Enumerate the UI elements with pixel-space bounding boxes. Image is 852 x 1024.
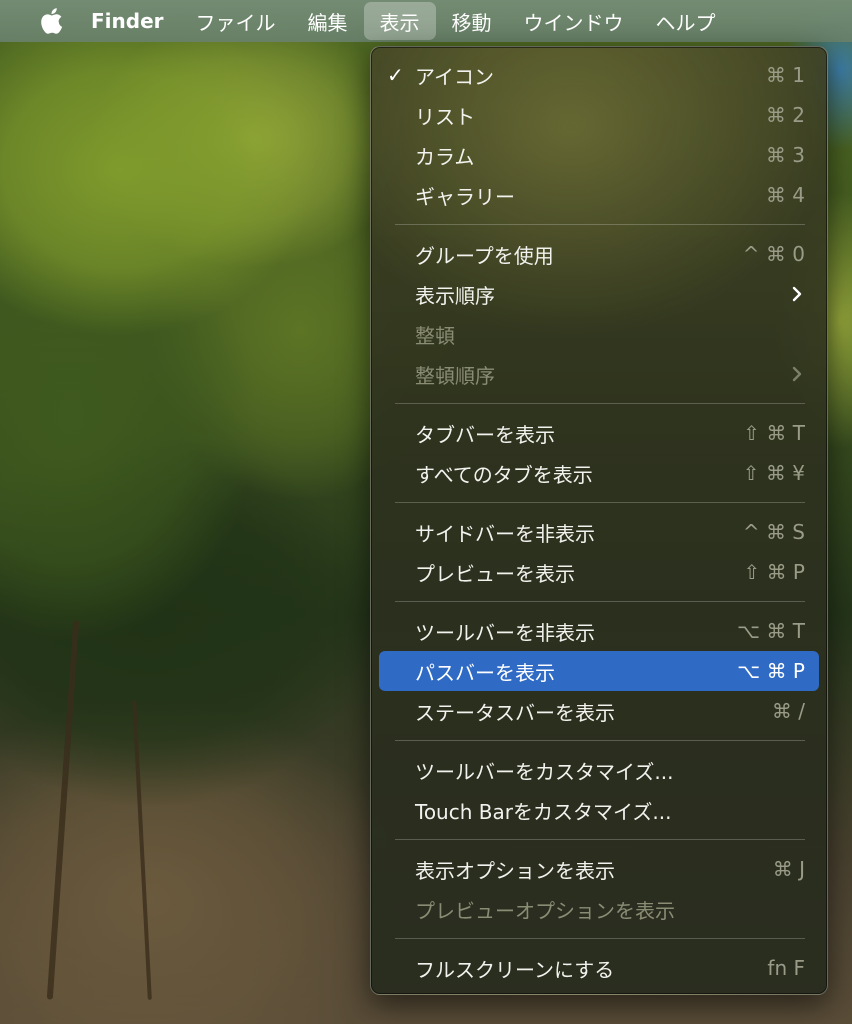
menu-item-shortcut: ⌘ 3 bbox=[765, 143, 805, 167]
menu-item-label: パスバーを表示 bbox=[415, 660, 555, 685]
menu-item-label: 整頓順序 bbox=[415, 363, 495, 388]
menu-item-icon-view[interactable]: ✓ アイコン ⌘ 1 bbox=[379, 55, 819, 95]
menu-edit[interactable]: 編集 bbox=[292, 2, 364, 40]
menu-item-label: 表示順序 bbox=[415, 283, 495, 308]
menu-item-label: サイドバーを非表示 bbox=[415, 521, 595, 546]
menu-bar: Finder ファイル 編集 表示 移動 ウインドウ ヘルプ bbox=[0, 0, 852, 42]
menu-item-enter-full-screen[interactable]: フルスクリーンにする fn F bbox=[379, 948, 819, 988]
menu-item-shortcut: ⌘ / bbox=[771, 699, 805, 723]
menu-item-label: カラム bbox=[415, 144, 475, 169]
menu-item-shortcut: ⌘ 4 bbox=[765, 183, 805, 207]
menu-item-label: ステータスバーを表示 bbox=[415, 700, 615, 725]
menu-item-label: フルスクリーンにする bbox=[415, 957, 615, 982]
menu-item-shortcut: ⌘ 2 bbox=[765, 103, 805, 127]
menu-item-hide-toolbar[interactable]: ツールバーを非表示 ⌥ ⌘ T bbox=[379, 611, 819, 651]
menu-item-show-tab-bar[interactable]: タブバーを表示 ⇧ ⌘ T bbox=[379, 413, 819, 453]
menu-item-label: 表示オプションを表示 bbox=[415, 858, 615, 883]
menu-view[interactable]: 表示 bbox=[363, 2, 436, 40]
menu-item-label: ツールバーをカスタマイズ... bbox=[415, 759, 674, 784]
menu-item-label: Touch Barをカスタマイズ... bbox=[415, 799, 672, 824]
chevron-right-icon bbox=[792, 366, 802, 382]
menu-item-column-view[interactable]: カラム ⌘ 3 bbox=[379, 135, 819, 175]
menu-separator bbox=[395, 740, 805, 741]
menu-item-shortcut: ^ ⌘ S bbox=[742, 520, 805, 544]
menu-item-label: プレビューを表示 bbox=[415, 561, 575, 586]
menu-separator bbox=[395, 224, 805, 225]
menu-separator bbox=[395, 601, 805, 602]
menu-item-customize-toolbar[interactable]: ツールバーをカスタマイズ... bbox=[379, 750, 819, 790]
menu-item-shortcut: ⇧ ⌘ T bbox=[743, 421, 805, 445]
menu-item-shortcut: ⇧ ⌘ ¥ bbox=[742, 461, 805, 485]
menu-item-gallery-view[interactable]: ギャラリー ⌘ 4 bbox=[379, 175, 819, 215]
menu-item-show-all-tabs[interactable]: すべてのタブを表示 ⇧ ⌘ ¥ bbox=[379, 453, 819, 493]
tree-trunk bbox=[132, 700, 152, 1000]
menu-item-use-groups[interactable]: グループを使用 ^ ⌘ 0 bbox=[379, 234, 819, 274]
menu-item-label: すべてのタブを表示 bbox=[415, 462, 593, 487]
checkmark-icon: ✓ bbox=[387, 63, 404, 87]
menu-item-shortcut: fn F bbox=[767, 956, 805, 980]
menu-item-label: 整頓 bbox=[415, 323, 455, 348]
menu-separator bbox=[395, 839, 805, 840]
menu-item-label: プレビューオプションを表示 bbox=[415, 898, 675, 923]
menu-item-shortcut: ⌥ ⌘ P bbox=[737, 659, 805, 683]
menu-item-label: タブバーを表示 bbox=[415, 422, 555, 447]
menu-item-hide-sidebar[interactable]: サイドバーを非表示 ^ ⌘ S bbox=[379, 512, 819, 552]
menu-item-show-preview[interactable]: プレビューを表示 ⇧ ⌘ P bbox=[379, 552, 819, 592]
menu-item-sort-by[interactable]: 表示順序 bbox=[379, 274, 819, 314]
menu-item-label: ツールバーを非表示 bbox=[415, 620, 595, 645]
menu-item-shortcut: ^ ⌘ 0 bbox=[742, 242, 805, 266]
menu-item-show-status-bar[interactable]: ステータスバーを表示 ⌘ / bbox=[379, 691, 819, 731]
view-menu-dropdown: ✓ アイコン ⌘ 1 リスト ⌘ 2 カラム ⌘ 3 ギャラリー ⌘ 4 グルー… bbox=[370, 46, 828, 995]
menu-window[interactable]: ウインドウ bbox=[508, 2, 640, 40]
menu-item-shortcut: ⇧ ⌘ P bbox=[743, 560, 805, 584]
menu-item-clean-up: 整頓 bbox=[379, 314, 819, 354]
menu-go[interactable]: 移動 bbox=[436, 2, 508, 40]
menu-separator bbox=[395, 938, 805, 939]
menu-item-customize-touch-bar[interactable]: Touch Barをカスタマイズ... bbox=[379, 790, 819, 830]
menu-item-label: アイコン bbox=[415, 64, 494, 89]
menu-item-show-preview-options: プレビューオプションを表示 bbox=[379, 889, 819, 929]
menu-item-show-path-bar[interactable]: パスバーを表示 ⌥ ⌘ P bbox=[379, 651, 819, 691]
menu-item-label: ギャラリー bbox=[415, 184, 515, 209]
chevron-right-icon bbox=[792, 286, 802, 302]
menu-item-list-view[interactable]: リスト ⌘ 2 bbox=[379, 95, 819, 135]
menu-item-shortcut: ⌘ 1 bbox=[765, 63, 805, 87]
menu-separator bbox=[395, 502, 805, 503]
menu-item-clean-up-by: 整頓順序 bbox=[379, 354, 819, 394]
menu-separator bbox=[395, 403, 805, 404]
menu-file[interactable]: ファイル bbox=[180, 2, 292, 40]
apple-logo-icon[interactable] bbox=[37, 7, 65, 35]
menu-item-label: リスト bbox=[415, 104, 475, 129]
menu-item-show-view-options[interactable]: 表示オプションを表示 ⌘ J bbox=[379, 849, 819, 889]
menu-help[interactable]: ヘルプ bbox=[640, 2, 732, 40]
tree-trunk bbox=[46, 620, 80, 1000]
menu-item-label: グループを使用 bbox=[415, 243, 554, 268]
menu-app-finder[interactable]: Finder bbox=[85, 2, 180, 40]
menu-item-shortcut: ⌥ ⌘ T bbox=[737, 619, 805, 643]
menu-item-shortcut: ⌘ J bbox=[772, 857, 805, 881]
